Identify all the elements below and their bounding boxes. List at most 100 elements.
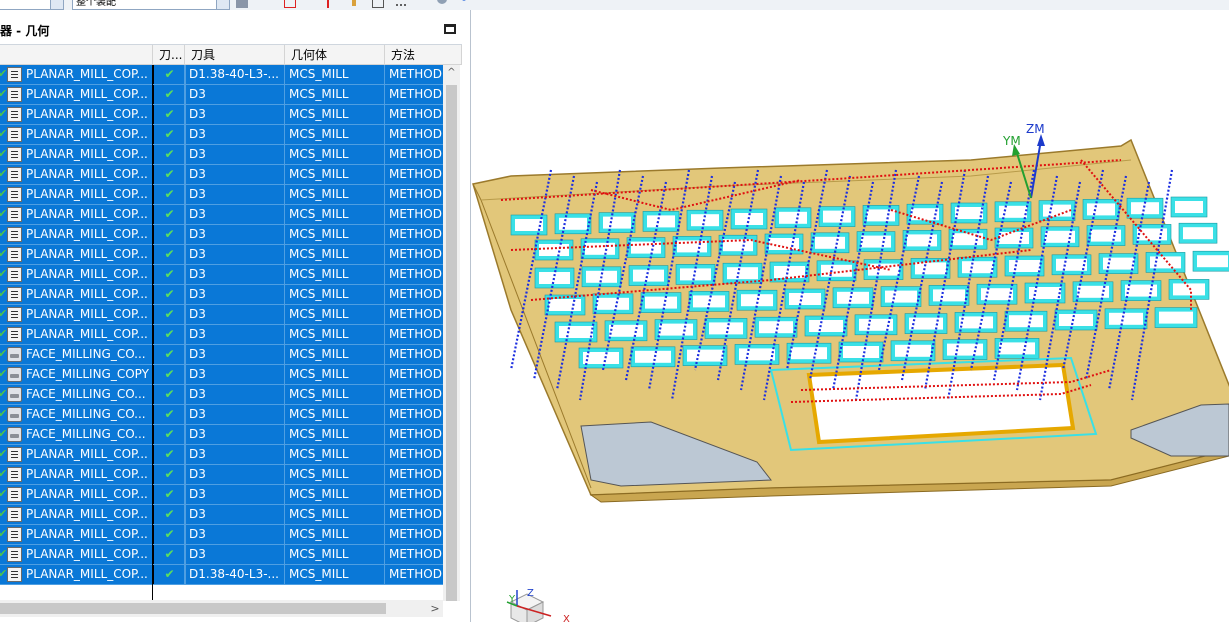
- operation-name: FACE_MILLING_CO...: [26, 407, 146, 421]
- key-opening: [1009, 315, 1043, 328]
- graphics-viewport[interactable]: ZM YM Z Y X: [471, 10, 1229, 622]
- column-header-geometry[interactable]: 几何体: [285, 45, 385, 65]
- csys-zm-label: ZM: [1026, 122, 1045, 136]
- chevron-down-icon[interactable]: [50, 0, 63, 9]
- key-opening: [915, 262, 946, 275]
- column-separator: [284, 505, 285, 524]
- column-header-status[interactable]: 刀...: [153, 45, 185, 65]
- scope-combo[interactable]: 整个装配: [72, 0, 230, 10]
- table-row[interactable]: ✔PLANAR_MILL_COP...✔D1.38-40-L3-...MCS_M…: [0, 565, 443, 585]
- column-separator: [384, 485, 385, 504]
- select-box-icon[interactable]: [284, 0, 296, 8]
- operation-tool: D3: [189, 487, 206, 501]
- window-icon[interactable]: [372, 0, 384, 8]
- column-separator: [184, 505, 185, 524]
- key-opening: [1091, 229, 1121, 242]
- scroll-up-icon[interactable]: ^: [443, 65, 460, 81]
- horizontal-scrollbar[interactable]: >: [0, 600, 443, 617]
- operation-tool: D3: [189, 427, 206, 441]
- table-row[interactable]: ✔PLANAR_MILL_COP...✔D3MCS_MILLMETHOD: [0, 245, 443, 265]
- status-check-icon: ✔: [0, 568, 7, 580]
- column-separator: [184, 525, 185, 544]
- table-row[interactable]: ✔PLANAR_MILL_COP...✔D3MCS_MILLMETHOD: [0, 505, 443, 525]
- table-row[interactable]: ✔PLANAR_MILL_COP...✔D3MCS_MILLMETHOD: [0, 165, 443, 185]
- operation-name: PLANAR_MILL_COP...: [26, 327, 148, 341]
- planar-mill-icon: [7, 567, 22, 582]
- column-header-tool[interactable]: 刀具: [185, 45, 285, 65]
- table-row[interactable]: ✔PLANAR_MILL_COP...✔D3MCS_MILLMETHOD: [0, 205, 443, 225]
- filter-combo[interactable]: [0, 0, 64, 10]
- key-opening: [867, 209, 895, 222]
- table-row[interactable]: ✔PLANAR_MILL_COP...✔D3MCS_MILLMETHOD: [0, 105, 443, 125]
- table-row[interactable]: ✔PLANAR_MILL_COP...✔D1.38-40-L3-...MCS_M…: [0, 65, 443, 85]
- table-row[interactable]: ✔PLANAR_MILL_COP...✔D3MCS_MILLMETHOD: [0, 305, 443, 325]
- column-header-name[interactable]: [0, 45, 153, 65]
- column-separator: [184, 185, 185, 204]
- operation-tool: D3: [189, 247, 206, 261]
- table-row[interactable]: ✔PLANAR_MILL_COP...✔D3MCS_MILLMETHOD: [0, 525, 443, 545]
- operation-method: METHOD: [389, 287, 442, 301]
- navigator-title-bar: 器 - 几何: [0, 18, 470, 44]
- operation-tool: D3: [189, 187, 206, 201]
- operation-tool: D3: [189, 407, 206, 421]
- tool-path-status-icon: ✔: [153, 405, 186, 424]
- status-check-icon: ✔: [0, 488, 7, 500]
- key-opening: [837, 291, 869, 304]
- tool-path-status-icon: ✔: [153, 365, 186, 384]
- planar-mill-icon: [7, 287, 22, 302]
- vertical-scrollbar[interactable]: ^ v: [443, 65, 460, 601]
- scroll-right-icon[interactable]: >: [427, 600, 443, 617]
- status-check-icon: ✔: [0, 428, 7, 440]
- planar-mill-icon: [7, 527, 22, 542]
- table-row[interactable]: ✔FACE_MILLING_CO...✔D3MCS_MILLMETHOD: [0, 385, 443, 405]
- back-icon[interactable]: [236, 0, 248, 8]
- planar-mill-icon: [7, 507, 22, 522]
- vertical-scroll-thumb[interactable]: [446, 85, 457, 601]
- column-header-method[interactable]: 方法: [385, 45, 462, 65]
- column-separator: [384, 105, 385, 124]
- table-row[interactable]: ✔PLANAR_MILL_COP...✔D3MCS_MILLMETHOD: [0, 265, 443, 285]
- table-row[interactable]: ✔PLANAR_MILL_COP...✔D3MCS_MILLMETHOD: [0, 125, 443, 145]
- point-icon[interactable]: [322, 0, 334, 8]
- table-row[interactable]: ✔PLANAR_MILL_COP...✔D3MCS_MILLMETHOD: [0, 465, 443, 485]
- table-row[interactable]: ✔PLANAR_MILL_COP...✔D3MCS_MILLMETHOD: [0, 545, 443, 565]
- status-check-icon: ✔: [0, 228, 7, 240]
- planar-mill-icon: [7, 87, 22, 102]
- column-separator: [284, 285, 285, 304]
- planar-mill-icon: [7, 467, 22, 482]
- table-row[interactable]: ✔PLANAR_MILL_COP...✔D3MCS_MILLMETHOD: [0, 145, 443, 165]
- table-row[interactable]: ✔FACE_MILLING_CO...✔D3MCS_MILLMETHOD: [0, 425, 443, 445]
- view-icon[interactable]: [436, 0, 448, 8]
- cube-icon[interactable]: [456, 0, 468, 8]
- table-row[interactable]: ✔PLANAR_MILL_COP...✔D3MCS_MILLMETHOD: [0, 445, 443, 465]
- key-opening: [597, 297, 629, 310]
- table-row[interactable]: ✔FACE_MILLING_CO...✔D3MCS_MILLMETHOD: [0, 345, 443, 365]
- column-separator: [284, 325, 285, 344]
- column-separator: [284, 105, 285, 124]
- maximize-icon[interactable]: [444, 24, 456, 34]
- more-icon[interactable]: [394, 0, 406, 8]
- operation-tool: D3: [189, 107, 206, 121]
- operation-name: PLANAR_MILL_COP...: [26, 287, 148, 301]
- table-row[interactable]: ✔PLANAR_MILL_COP...✔D3MCS_MILLMETHOD: [0, 85, 443, 105]
- key-opening: [687, 349, 723, 362]
- key-opening: [999, 205, 1027, 218]
- column-separator: [284, 385, 285, 404]
- part-model[interactable]: ZM YM Z Y X: [471, 10, 1229, 622]
- horizontal-scroll-thumb[interactable]: [0, 603, 386, 614]
- table-row[interactable]: ✔FACE_MILLING_CO...✔D3MCS_MILLMETHOD: [0, 405, 443, 425]
- table-row[interactable]: ✔PLANAR_MILL_COP...✔D3MCS_MILLMETHOD: [0, 325, 443, 345]
- table-row[interactable]: ✔PLANAR_MILL_COP...✔D3MCS_MILLMETHOD: [0, 185, 443, 205]
- operation-method: METHOD: [389, 467, 442, 481]
- chevron-down-icon[interactable]: [216, 0, 229, 9]
- key-opening: [635, 350, 671, 363]
- table-row[interactable]: ✔FACE_MILLING_COPY✔D3MCS_MILLMETHOD: [0, 365, 443, 385]
- table-row[interactable]: ✔PLANAR_MILL_COP...✔D3MCS_MILLMETHOD: [0, 225, 443, 245]
- key-opening: [815, 236, 845, 249]
- status-check-icon: ✔: [0, 268, 7, 280]
- table-row[interactable]: ✔PLANAR_MILL_COP...✔D3MCS_MILLMETHOD: [0, 285, 443, 305]
- pin-icon[interactable]: [348, 0, 360, 8]
- operation-method: METHOD: [389, 367, 442, 381]
- table-row[interactable]: ✔PLANAR_MILL_COP...✔D3MCS_MILLMETHOD: [0, 485, 443, 505]
- status-check-icon: ✔: [0, 528, 7, 540]
